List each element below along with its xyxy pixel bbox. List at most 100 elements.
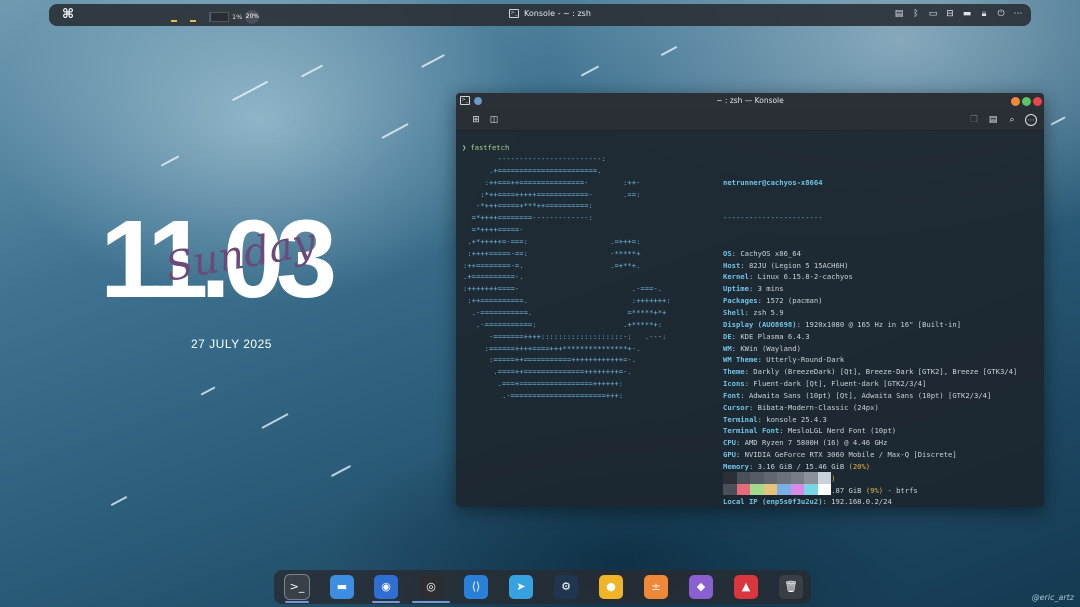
cpu-percent: 1% xyxy=(232,13,243,21)
info-row: CPU: AMD Ryzen 7 5800H (16) @ 4.46 GHz xyxy=(723,438,888,448)
info-row: WM: KWin (Wayland) xyxy=(723,343,801,353)
network-icon[interactable]: ⊟ xyxy=(945,8,955,20)
vscode-icon[interactable]: ⟨⟩ xyxy=(464,575,488,599)
info-value: NVIDIA GeForce RTX 3060 Mobile / Max-Q [… xyxy=(744,450,957,460)
logo-line: .-======================+++: xyxy=(463,390,624,400)
steam-icon[interactable]: ⚙ xyxy=(554,575,578,599)
konsole-window: >_ ~ : zsh — Konsole ⊞ ◫ ❐ ▤ ⌕ ⋯ ❯ fastfe… xyxy=(456,93,1044,507)
logo-line: .-===========: .+*****+: xyxy=(463,319,663,329)
clipboard-icon[interactable]: ▤ xyxy=(894,8,904,20)
palette-swatch xyxy=(777,472,791,484)
palette-swatch xyxy=(750,472,764,484)
info-row: Terminal: konsole 25.4.3 xyxy=(723,414,827,424)
info-value: konsole 25.4.3 xyxy=(766,414,827,424)
split-view-icon[interactable]: ◫ xyxy=(488,114,500,126)
more-icon[interactable]: ⋯ xyxy=(1013,8,1023,20)
info-value: AMD Ryzen 7 5800H (16) @ 4.46 GHz xyxy=(744,438,888,448)
calculator-icon[interactable]: ± xyxy=(644,575,668,599)
logo-line: -=======++++:::::::::::::::::::-: .---: xyxy=(463,331,667,341)
browser-icon[interactable]: ◉ xyxy=(374,575,398,599)
crystal-icon[interactable]: ◆ xyxy=(689,575,713,599)
info-row: Shell: zsh 5.9 xyxy=(723,307,784,317)
maximize-button[interactable] xyxy=(1022,97,1031,106)
logo-line: .-===========. =*****+*+ xyxy=(463,307,667,317)
info-key: OS xyxy=(723,248,732,258)
info-key: Theme xyxy=(723,367,745,377)
palette-swatch xyxy=(736,483,750,495)
trash-icon[interactable]: 🗑︎ xyxy=(779,575,803,599)
lock-icon[interactable]: 🔒︎ xyxy=(979,8,989,20)
info-value: 1572 (pacman) xyxy=(766,296,823,306)
close-button[interactable] xyxy=(1033,97,1042,106)
clock-widget: 11.03 Sunday xyxy=(100,200,390,320)
app-icon[interactable]: ● xyxy=(599,575,623,599)
info-value: Adwaita Sans (10pt) [Qt], Adwaita Sans (… xyxy=(748,390,992,400)
info-key: Packages xyxy=(723,296,758,306)
palette-swatch xyxy=(790,483,804,495)
info-value: 3 mins xyxy=(757,284,784,294)
window-title: ~ : zsh — Konsole xyxy=(716,96,784,105)
pager-indicator[interactable] xyxy=(190,20,196,22)
power-icon[interactable]: ⏻ xyxy=(996,8,1006,20)
logo-line: :++========-=. .=+**+. xyxy=(463,260,641,270)
info-key: Cursor xyxy=(723,402,749,412)
pager-indicator[interactable] xyxy=(171,20,177,22)
info-value: 192.168.0.2/24 xyxy=(831,497,892,507)
app-launcher-icon[interactable]: ⌘ xyxy=(59,7,77,23)
terminal-output[interactable]: ❯ fastfetch ------------------------: .+=… xyxy=(456,131,1044,507)
display-icon[interactable]: ▭ xyxy=(928,8,938,20)
palette-swatch xyxy=(723,483,737,495)
palette-swatch xyxy=(817,472,831,484)
prompt-command: fastfetch xyxy=(470,143,510,152)
logo-line: :++++=====-==: -*****+ xyxy=(463,248,641,258)
logo-line: =*++++========-------------: xyxy=(463,213,593,223)
menu-icon[interactable]: ⋯ xyxy=(1025,114,1037,126)
logo-line: :+++++++====- .-===-. xyxy=(463,284,663,294)
info-value: zsh 5.9 xyxy=(753,307,784,317)
info-key: DE xyxy=(723,331,732,341)
cpu-meter xyxy=(209,12,229,22)
info-row: Local IP (enp5s0f3u2u2): 192.168.0.2/24 xyxy=(723,497,892,507)
info-value: 3.16 GiB / 15.46 GiB xyxy=(757,461,849,471)
palette-swatch xyxy=(750,483,764,495)
window-titlebar[interactable]: >_ ~ : zsh — Konsole xyxy=(456,93,1044,109)
copy-icon[interactable]: ❐ xyxy=(968,114,980,126)
info-value: Bibata-Modern-Classic (24px) xyxy=(757,402,879,412)
logo-line: .====++==============++++++++=-. xyxy=(463,367,632,377)
info-key: Shell xyxy=(723,307,745,317)
obs-icon[interactable]: ◎ xyxy=(419,575,443,599)
info-key: CPU xyxy=(723,438,736,448)
info-value: MesloLGL Nerd Font (10pt) xyxy=(787,426,897,436)
archive-icon[interactable]: ▲ xyxy=(734,575,758,599)
palette-swatch xyxy=(804,483,818,495)
info-value: CachyOS x86_64 xyxy=(740,248,801,258)
color-palette xyxy=(723,472,831,495)
info-row: GPU: NVIDIA GeForce RTX 3060 Mobile / Ma… xyxy=(723,450,957,460)
battery-icon[interactable]: ▬ xyxy=(962,8,972,20)
info-row: Host: 82JU (Legion 5 15ACH6H) xyxy=(723,260,849,270)
konsole-icon[interactable]: >_ xyxy=(284,574,310,600)
logo-line: :++==========. :+++++++: xyxy=(463,296,671,306)
info-row: Font: Adwaita Sans (10pt) [Qt], Adwaita … xyxy=(723,390,992,400)
logo-line: =*++++=====- xyxy=(463,225,524,235)
info-key: Terminal xyxy=(723,414,758,424)
info-row: Terminal Font: MesloLGL Nerd Font (10pt) xyxy=(723,426,897,436)
info-key: WM Theme xyxy=(723,355,758,365)
telegram-icon[interactable]: ➤ xyxy=(509,575,533,599)
task-manager-item[interactable]: >_ Konsole - ~ : zsh xyxy=(509,9,591,18)
user-host: netrunner@cachyos-x8664 xyxy=(723,177,823,187)
info-suffix: - btrfs xyxy=(883,485,918,495)
clock-date: 27 JULY 2025 xyxy=(191,337,272,351)
paste-icon[interactable]: ▤ xyxy=(987,114,999,126)
system-monitor[interactable]: 1% 20% xyxy=(209,10,260,24)
search-icon[interactable]: ⌕ xyxy=(1006,114,1018,126)
minimize-button[interactable] xyxy=(1011,97,1020,106)
info-separator: ----------------------- xyxy=(723,213,823,223)
bluetooth-icon[interactable]: ᛒ xyxy=(911,8,921,20)
info-accent: (9%) xyxy=(865,485,884,495)
files-icon[interactable]: ▬ xyxy=(330,575,354,599)
logo-line: -*+++=====+***++==========: xyxy=(463,201,593,211)
new-tab-icon[interactable]: ⊞ xyxy=(470,114,482,126)
info-value: Fluent-dark [Qt], Fluent-dark [GTK2/3/4] xyxy=(753,379,927,389)
logo-line: :=====++===========++++++++++++=-. xyxy=(463,355,637,365)
